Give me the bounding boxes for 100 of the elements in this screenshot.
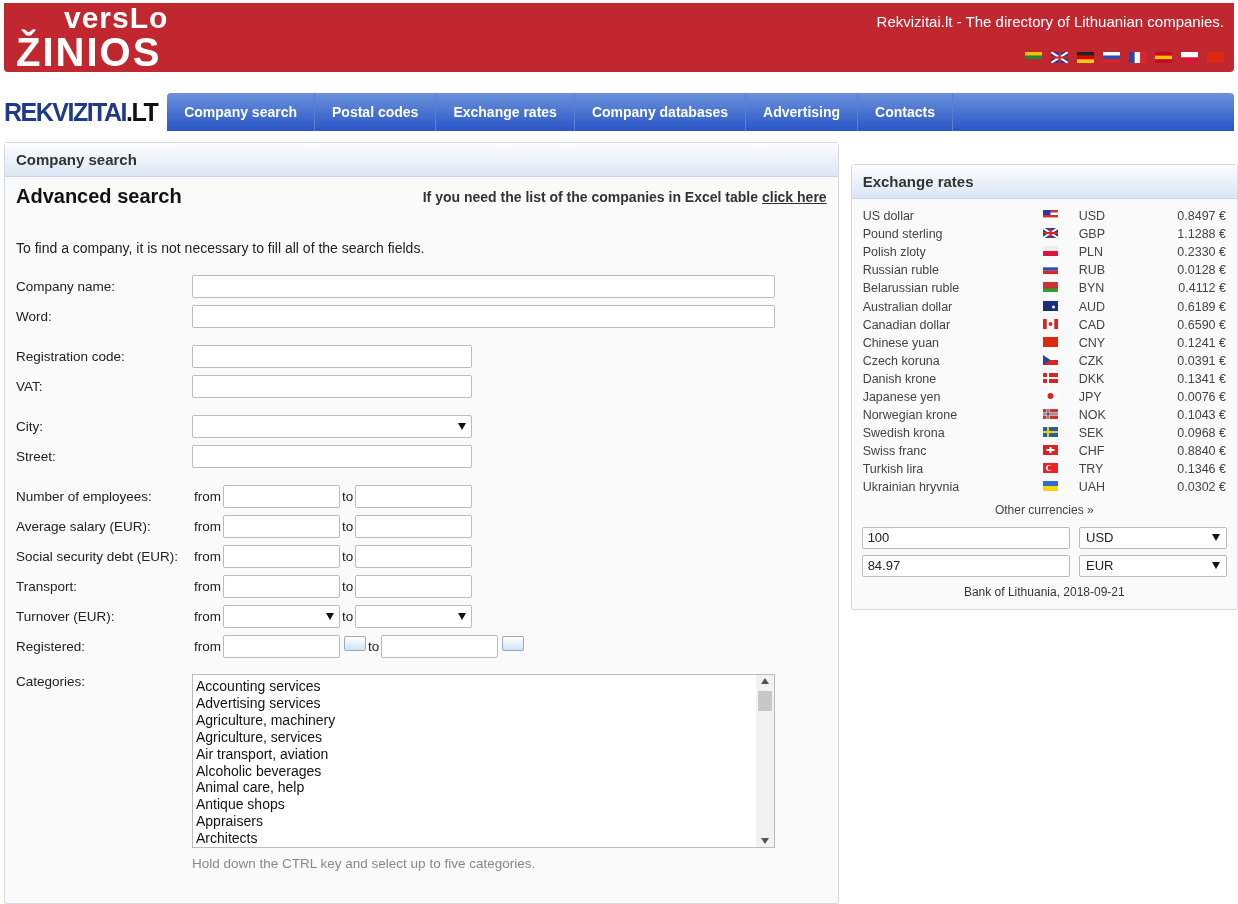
text-field[interactable] bbox=[355, 515, 473, 538]
panel-title: Company search bbox=[5, 143, 838, 177]
currency-rate: 0.1341 € bbox=[1176, 371, 1226, 386]
nav-link[interactable]: Exchange rates bbox=[436, 93, 575, 131]
to-label: to bbox=[342, 579, 354, 594]
categories-listbox[interactable]: Accounting services Advertising services Agriculture, machinery Agriculture, services Air transport, aviation Alcoholic beverages Animal care, help Antique shops Appraisers Architects bbox=[192, 674, 775, 848]
text-field[interactable] bbox=[381, 635, 499, 658]
nav-link[interactable]: Company search bbox=[167, 93, 315, 131]
currency-flag-icon bbox=[1042, 336, 1058, 347]
intro-text: To find a company, it is not necessary to fill all of the search fields. bbox=[16, 240, 426, 256]
list-option[interactable]: Architects bbox=[196, 830, 753, 848]
excel-note: If you need the list of the companies in Excel table bbox=[422, 188, 758, 205]
currency-dropdown[interactable]: USD bbox=[1079, 526, 1227, 549]
source-note: Bank of Lithuania, 2018-09-21 bbox=[962, 584, 1126, 599]
currency-name: Turkish lira bbox=[862, 462, 925, 477]
currency-flag-icon bbox=[1042, 427, 1058, 438]
list-option[interactable]: Advertising services bbox=[196, 694, 753, 712]
calendar-icon[interactable] bbox=[502, 636, 525, 651]
text-field[interactable] bbox=[192, 345, 472, 368]
text-field[interactable] bbox=[355, 485, 473, 508]
site-logo[interactable]: versLo ŽINIOS bbox=[16, 3, 169, 72]
currency-rate: 0.8497 € bbox=[1176, 209, 1226, 224]
currency-name: Polish zloty bbox=[862, 245, 927, 260]
list-option[interactable]: Animal care, help bbox=[196, 779, 753, 797]
currency-code: GBP bbox=[1078, 227, 1107, 242]
currency-rate: 0.6189 € bbox=[1176, 299, 1226, 314]
text-field[interactable] bbox=[192, 445, 472, 468]
scroll-up-icon[interactable] bbox=[761, 678, 769, 684]
field-label: Social security debt (EUR): bbox=[16, 549, 180, 564]
list-option[interactable]: Agriculture, services bbox=[196, 728, 753, 746]
field-label: Transport: bbox=[16, 579, 79, 594]
field-label: Turnover (EUR): bbox=[16, 609, 116, 624]
currency-flag-icon bbox=[1042, 282, 1058, 293]
language-flag-icon[interactable] bbox=[1129, 52, 1146, 63]
currency-rate: 0.1043 € bbox=[1176, 408, 1226, 423]
language-flag-icon[interactable] bbox=[1103, 52, 1120, 63]
dropdown-field[interactable] bbox=[355, 605, 473, 628]
text-field[interactable] bbox=[192, 275, 775, 298]
currency-rate: 0.2330 € bbox=[1176, 245, 1226, 260]
list-option[interactable]: Antique shops bbox=[196, 796, 753, 814]
to-label: to bbox=[342, 519, 354, 534]
language-flag-icon[interactable] bbox=[1051, 52, 1068, 63]
currency-flag-icon bbox=[1042, 300, 1058, 311]
nav-link[interactable]: Contacts bbox=[858, 93, 953, 131]
text-field[interactable] bbox=[223, 485, 340, 508]
language-flag-icon[interactable] bbox=[1181, 52, 1198, 63]
nav-link[interactable]: Postal codes bbox=[315, 93, 437, 131]
section-heading: Advanced search bbox=[16, 185, 182, 208]
text-field[interactable] bbox=[223, 575, 340, 598]
dropdown-field[interactable] bbox=[223, 605, 340, 628]
scrollbar-thumb[interactable] bbox=[758, 691, 772, 711]
currency-name: Chinese yuan bbox=[862, 335, 941, 350]
other-currencies-link[interactable]: Other currencies » bbox=[851, 502, 1237, 517]
from-label: from bbox=[194, 549, 221, 564]
amount-field[interactable]: 84.97 bbox=[861, 554, 1070, 577]
list-option[interactable]: Alcoholic beverages bbox=[196, 762, 753, 780]
currency-flag-icon bbox=[1042, 354, 1058, 365]
field-label: VAT: bbox=[16, 379, 44, 394]
from-label: from bbox=[194, 489, 221, 504]
list-option[interactable]: Accounting services bbox=[196, 678, 753, 695]
currency-rate: 0.1241 € bbox=[1176, 335, 1226, 350]
nav-link[interactable]: Advertising bbox=[746, 93, 859, 131]
scroll-down-icon[interactable] bbox=[761, 838, 769, 844]
text-field[interactable] bbox=[192, 305, 775, 328]
text-field[interactable] bbox=[355, 545, 473, 568]
currency-flag-icon bbox=[1042, 246, 1058, 257]
currency-code: UAH bbox=[1078, 480, 1107, 495]
text-field[interactable] bbox=[223, 515, 340, 538]
amount-field[interactable]: 100 bbox=[861, 526, 1070, 549]
currency-name: Japanese yen bbox=[862, 390, 942, 404]
calendar-icon[interactable] bbox=[344, 636, 366, 651]
currency-name: Swiss franc bbox=[862, 444, 928, 459]
list-option[interactable]: Appraisers bbox=[196, 813, 753, 831]
list-option[interactable]: Air transport, aviation bbox=[196, 745, 753, 763]
currency-flag-icon bbox=[1042, 228, 1058, 239]
currency-rate: 1.1288 € bbox=[1176, 227, 1226, 242]
currency-name: US dollar bbox=[862, 209, 916, 224]
currency-rate: 0.6590 € bbox=[1176, 317, 1226, 332]
site-tagline: Rekvizitai.lt - The directory of Lithuanian companies. bbox=[876, 13, 1224, 30]
currency-flag-icon bbox=[1042, 481, 1058, 492]
language-flag-icon[interactable] bbox=[1077, 52, 1094, 63]
text-field[interactable] bbox=[355, 575, 473, 598]
dropdown-field[interactable] bbox=[192, 415, 472, 438]
excel-link[interactable]: click here bbox=[762, 188, 827, 205]
currency-code: BYN bbox=[1078, 281, 1106, 296]
currency-name: Swedish krona bbox=[862, 426, 946, 441]
currency-code: USD bbox=[1078, 209, 1107, 224]
text-field[interactable] bbox=[223, 545, 340, 568]
from-label: from bbox=[194, 609, 221, 624]
text-field[interactable] bbox=[192, 375, 472, 398]
nav-link[interactable]: Company databases bbox=[574, 93, 747, 131]
currency-code: TRY bbox=[1078, 462, 1105, 477]
from-label: from bbox=[194, 639, 221, 654]
list-option[interactable]: Agriculture, machinery bbox=[196, 711, 753, 729]
field-label: City: bbox=[16, 419, 44, 434]
currency-code: CAD bbox=[1078, 317, 1107, 332]
text-field[interactable] bbox=[223, 635, 340, 658]
brand-logo[interactable]: REKVIZITAI.LT bbox=[4, 97, 158, 127]
currency-dropdown[interactable]: EUR bbox=[1079, 554, 1227, 577]
scrollbar[interactable] bbox=[756, 675, 774, 847]
